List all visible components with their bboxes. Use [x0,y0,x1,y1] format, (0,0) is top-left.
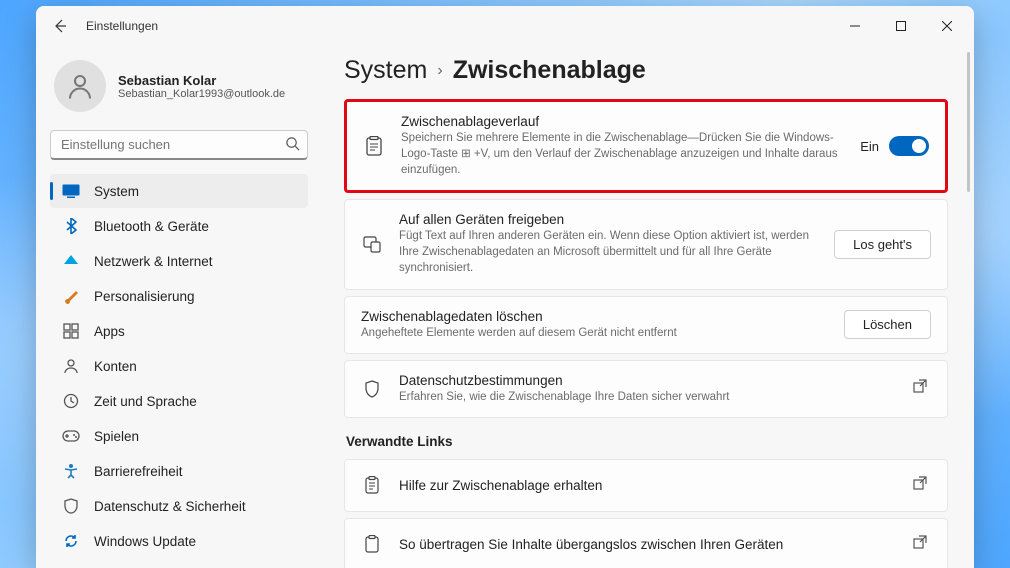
share-devices-icon [361,234,383,254]
maximize-button[interactable] [878,6,924,46]
sidebar: Sebastian Kolar Sebastian_Kolar1993@outl… [36,46,318,568]
open-external-icon[interactable] [909,531,931,558]
settings-window: Einstellungen Sebastian Kolar Seba [36,6,974,568]
user-email: Sebastian_Kolar1993@outlook.de [118,88,285,100]
network-icon [62,252,80,270]
main-content: System › Zwischenablage Zwischenablageve… [318,46,974,568]
clipboard-history-icon [363,136,385,156]
card-title: Zwischenablageverlauf [401,114,844,129]
card-clear-clipboard: Zwischenablagedaten löschen Angeheftete … [344,296,948,354]
user-block[interactable]: Sebastian Kolar Sebastian_Kolar1993@outl… [50,56,308,124]
search-input[interactable] [50,130,308,160]
minimize-button[interactable] [832,6,878,46]
card-share-devices: Auf allen Geräten freigeben Fügt Text au… [344,199,948,289]
accounts-icon [62,357,80,375]
search-box [50,130,308,160]
clipboard-history-toggle[interactable] [889,136,929,156]
sidebar-item-time[interactable]: Zeit und Sprache [50,384,308,418]
user-name: Sebastian Kolar [118,73,285,88]
nav: System Bluetooth & Geräte Netzwerk & Int… [50,174,308,558]
gaming-icon [62,427,80,445]
sidebar-item-label: System [94,184,139,199]
sidebar-item-bluetooth[interactable]: Bluetooth & Geräte [50,209,308,243]
sidebar-item-label: Apps [94,324,125,339]
card-title: Zwischenablagedaten löschen [361,309,828,324]
scrollbar-thumb[interactable] [967,52,970,192]
clipboard-icon [361,476,383,494]
page-title: Zwischenablage [453,56,646,85]
titlebar: Einstellungen [36,6,974,46]
chevron-right-icon: › [437,62,442,80]
card-desc: Erfahren Sie, wie die Zwischenablage Ihr… [399,389,893,405]
sidebar-item-personalization[interactable]: Personalisierung [50,279,308,313]
sidebar-item-update[interactable]: Windows Update [50,524,308,558]
sidebar-item-label: Spielen [94,429,139,444]
system-icon [62,182,80,200]
card-desc: Speichern Sie mehrere Elemente in die Zw… [401,130,844,178]
clear-button[interactable]: Löschen [844,310,931,339]
card-title: So übertragen Sie Inhalte übergangslos z… [399,537,893,552]
card-clipboard-history: Zwischenablageverlauf Speichern Sie mehr… [344,99,948,193]
minimize-icon [850,21,860,31]
card-title: Auf allen Geräten freigeben [399,212,818,227]
toggle-label: Ein [860,139,879,154]
back-button[interactable] [48,14,72,38]
bluetooth-icon [62,217,80,235]
card-privacy[interactable]: Datenschutzbestimmungen Erfahren Sie, wi… [344,360,948,418]
related-links-heading: Verwandte Links [346,434,948,449]
card-help-clipboard[interactable]: Hilfe zur Zwischenablage erhalten [344,459,948,512]
sidebar-item-label: Personalisierung [94,289,195,304]
card-title: Hilfe zur Zwischenablage erhalten [399,478,893,493]
update-icon [62,532,80,550]
sidebar-item-label: Bluetooth & Geräte [94,219,209,234]
clipboard-empty-icon [361,535,383,553]
card-desc: Fügt Text auf Ihren anderen Geräten ein.… [399,228,818,276]
card-transfer-content[interactable]: So übertragen Sie Inhalte übergangslos z… [344,518,948,568]
maximize-icon [896,21,906,31]
sidebar-item-system[interactable]: System [50,174,308,208]
sidebar-item-label: Netzwerk & Internet [94,254,213,269]
sidebar-item-label: Konten [94,359,137,374]
close-icon [942,21,952,31]
sidebar-item-label: Barrierefreiheit [94,464,183,479]
sidebar-item-privacy[interactable]: Datenschutz & Sicherheit [50,489,308,523]
sidebar-item-label: Windows Update [94,534,196,549]
search-icon [285,136,300,156]
shield-icon [62,497,80,515]
card-desc: Angeheftete Elemente werden auf diesem G… [361,325,828,341]
shield-icon [361,380,383,398]
breadcrumb: System › Zwischenablage [344,56,948,85]
person-icon [65,71,95,101]
arrow-left-icon [52,18,68,34]
brush-icon [62,287,80,305]
sidebar-item-gaming[interactable]: Spielen [50,419,308,453]
apps-icon [62,322,80,340]
card-title: Datenschutzbestimmungen [399,373,893,388]
open-external-icon[interactable] [909,375,931,402]
sidebar-item-label: Datenschutz & Sicherheit [94,499,246,514]
share-start-button[interactable]: Los geht's [834,230,931,259]
accessibility-icon [62,462,80,480]
sidebar-item-accessibility[interactable]: Barrierefreiheit [50,454,308,488]
sidebar-item-apps[interactable]: Apps [50,314,308,348]
close-button[interactable] [924,6,970,46]
sidebar-item-network[interactable]: Netzwerk & Internet [50,244,308,278]
clock-icon [62,392,80,410]
window-title: Einstellungen [86,19,158,33]
sidebar-item-accounts[interactable]: Konten [50,349,308,383]
sidebar-item-label: Zeit und Sprache [94,394,197,409]
breadcrumb-parent[interactable]: System [344,56,427,85]
open-external-icon[interactable] [909,472,931,499]
avatar [54,60,106,112]
